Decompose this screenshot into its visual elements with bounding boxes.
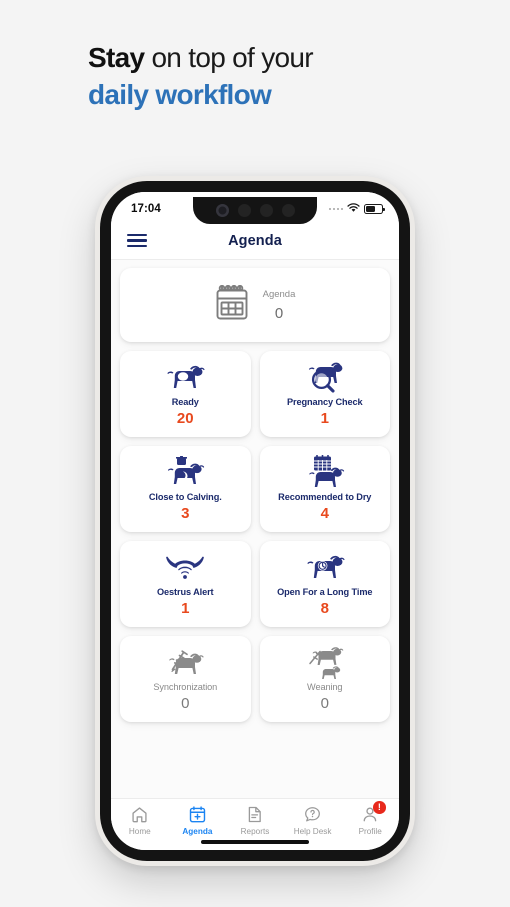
sensor-dot-icon <box>259 204 273 217</box>
tile-count: 0 <box>181 695 190 713</box>
tile-pregnancy-check[interactable]: Pregnancy Check 1 <box>259 351 390 437</box>
tile-count: 20 <box>176 410 194 428</box>
tab-profile[interactable]: ! Profile <box>341 801 399 836</box>
sensor-dot-icon <box>237 204 251 217</box>
tile-label: Recommended to Dry <box>278 491 372 502</box>
tile-label: Oestrus Alert <box>156 586 214 597</box>
phone-screen: 17:04 Agenda Agenda 0 Ready 20 Pregnancy… <box>111 192 399 850</box>
tile-open-for-a-long-time[interactable]: Open For a Long Time 8 <box>259 541 390 627</box>
tab-label: Home <box>128 827 151 836</box>
tab-reports[interactable]: Reports <box>226 805 284 836</box>
agenda-summary-card[interactable]: Agenda 0 <box>120 268 390 342</box>
tab-home[interactable]: Home <box>111 805 169 836</box>
tile-count: 1 <box>320 410 329 428</box>
tile-count: 4 <box>320 505 329 523</box>
hamburger-menu-icon[interactable] <box>127 234 147 247</box>
calendar-plus-icon <box>189 805 206 824</box>
headline-line-1-rest: on top of your <box>144 42 313 73</box>
tile-count: 8 <box>320 600 329 618</box>
tab-label: Help Desk <box>293 827 332 836</box>
status-indicators <box>328 200 385 218</box>
front-camera-icon <box>215 204 229 217</box>
cow-calf-weaning-icon <box>304 646 346 680</box>
tile-oestrus-alert[interactable]: Oestrus Alert 1 <box>120 541 251 627</box>
tab-label: Profile <box>358 827 382 836</box>
battery-icon <box>364 204 385 214</box>
horns-signal-icon <box>162 551 208 585</box>
tile-count: 0 <box>320 695 329 713</box>
agenda-summary-label: Agenda <box>262 288 296 300</box>
cow-clock-icon <box>304 551 346 585</box>
headline-line-2: daily workflow <box>88 78 272 110</box>
tile-synchronization[interactable]: Synchronization 0 <box>120 636 251 722</box>
tile-close-to-calving[interactable]: Close to Calving. 3 <box>120 446 251 532</box>
tile-label: Weaning <box>307 681 343 692</box>
person-icon: ! <box>362 801 386 824</box>
app-header: Agenda <box>111 222 399 260</box>
tile-count: 3 <box>181 505 190 523</box>
tile-recommended-to-dry[interactable]: Recommended to Dry 4 <box>259 446 390 532</box>
agenda-screen-body: Agenda 0 Ready 20 Pregnancy Check 1 Clos… <box>111 260 399 798</box>
status-time: 17:04 <box>131 203 161 215</box>
tile-label: Ready <box>171 396 199 407</box>
tab-help-desk[interactable]: Help Desk <box>284 805 342 836</box>
home-indicator[interactable] <box>201 840 309 844</box>
question-chat-icon <box>304 805 321 824</box>
phone-notch <box>193 197 317 224</box>
headline-line-1: Stay on top of your <box>88 40 448 77</box>
cow-calving-icon <box>163 455 207 490</box>
tab-agenda[interactable]: Agenda <box>169 805 227 836</box>
cow-syringe-icon <box>163 646 207 680</box>
document-icon <box>246 805 263 824</box>
wifi-icon <box>347 200 360 218</box>
speaker-dot-icon <box>281 204 295 217</box>
marketing-headline: Stay on top of your daily workflow <box>88 40 448 114</box>
phone-mockup: 17:04 Agenda Agenda 0 Ready 20 Pregnancy… <box>95 176 415 866</box>
agenda-summary-count: 0 <box>274 304 284 322</box>
tab-label: Reports <box>240 827 270 836</box>
status-badge: ! <box>373 801 386 814</box>
page-title: Agenda <box>228 232 282 249</box>
headline-bold-word: Stay <box>88 42 145 73</box>
cow-magnifier-icon <box>304 361 346 395</box>
tile-label: Close to Calving. <box>148 491 222 502</box>
tab-label: Agenda <box>182 827 213 836</box>
tile-label: Synchronization <box>153 681 218 692</box>
tile-label: Open For a Long Time <box>277 586 373 597</box>
tile-ready[interactable]: Ready 20 <box>120 351 251 437</box>
cow-ready-icon <box>164 361 206 395</box>
calendar-icon <box>215 284 249 326</box>
agenda-tile-grid: Ready 20 Pregnancy Check 1 Close to Calv… <box>120 351 390 722</box>
agenda-summary-text: Agenda 0 <box>263 289 296 322</box>
home-icon <box>131 805 148 824</box>
signal-dots-icon <box>328 207 343 211</box>
cow-calendar-icon <box>305 454 345 490</box>
tile-label: Pregnancy Check <box>286 396 363 407</box>
tile-weaning[interactable]: Weaning 0 <box>259 636 390 722</box>
tile-count: 1 <box>181 600 190 618</box>
